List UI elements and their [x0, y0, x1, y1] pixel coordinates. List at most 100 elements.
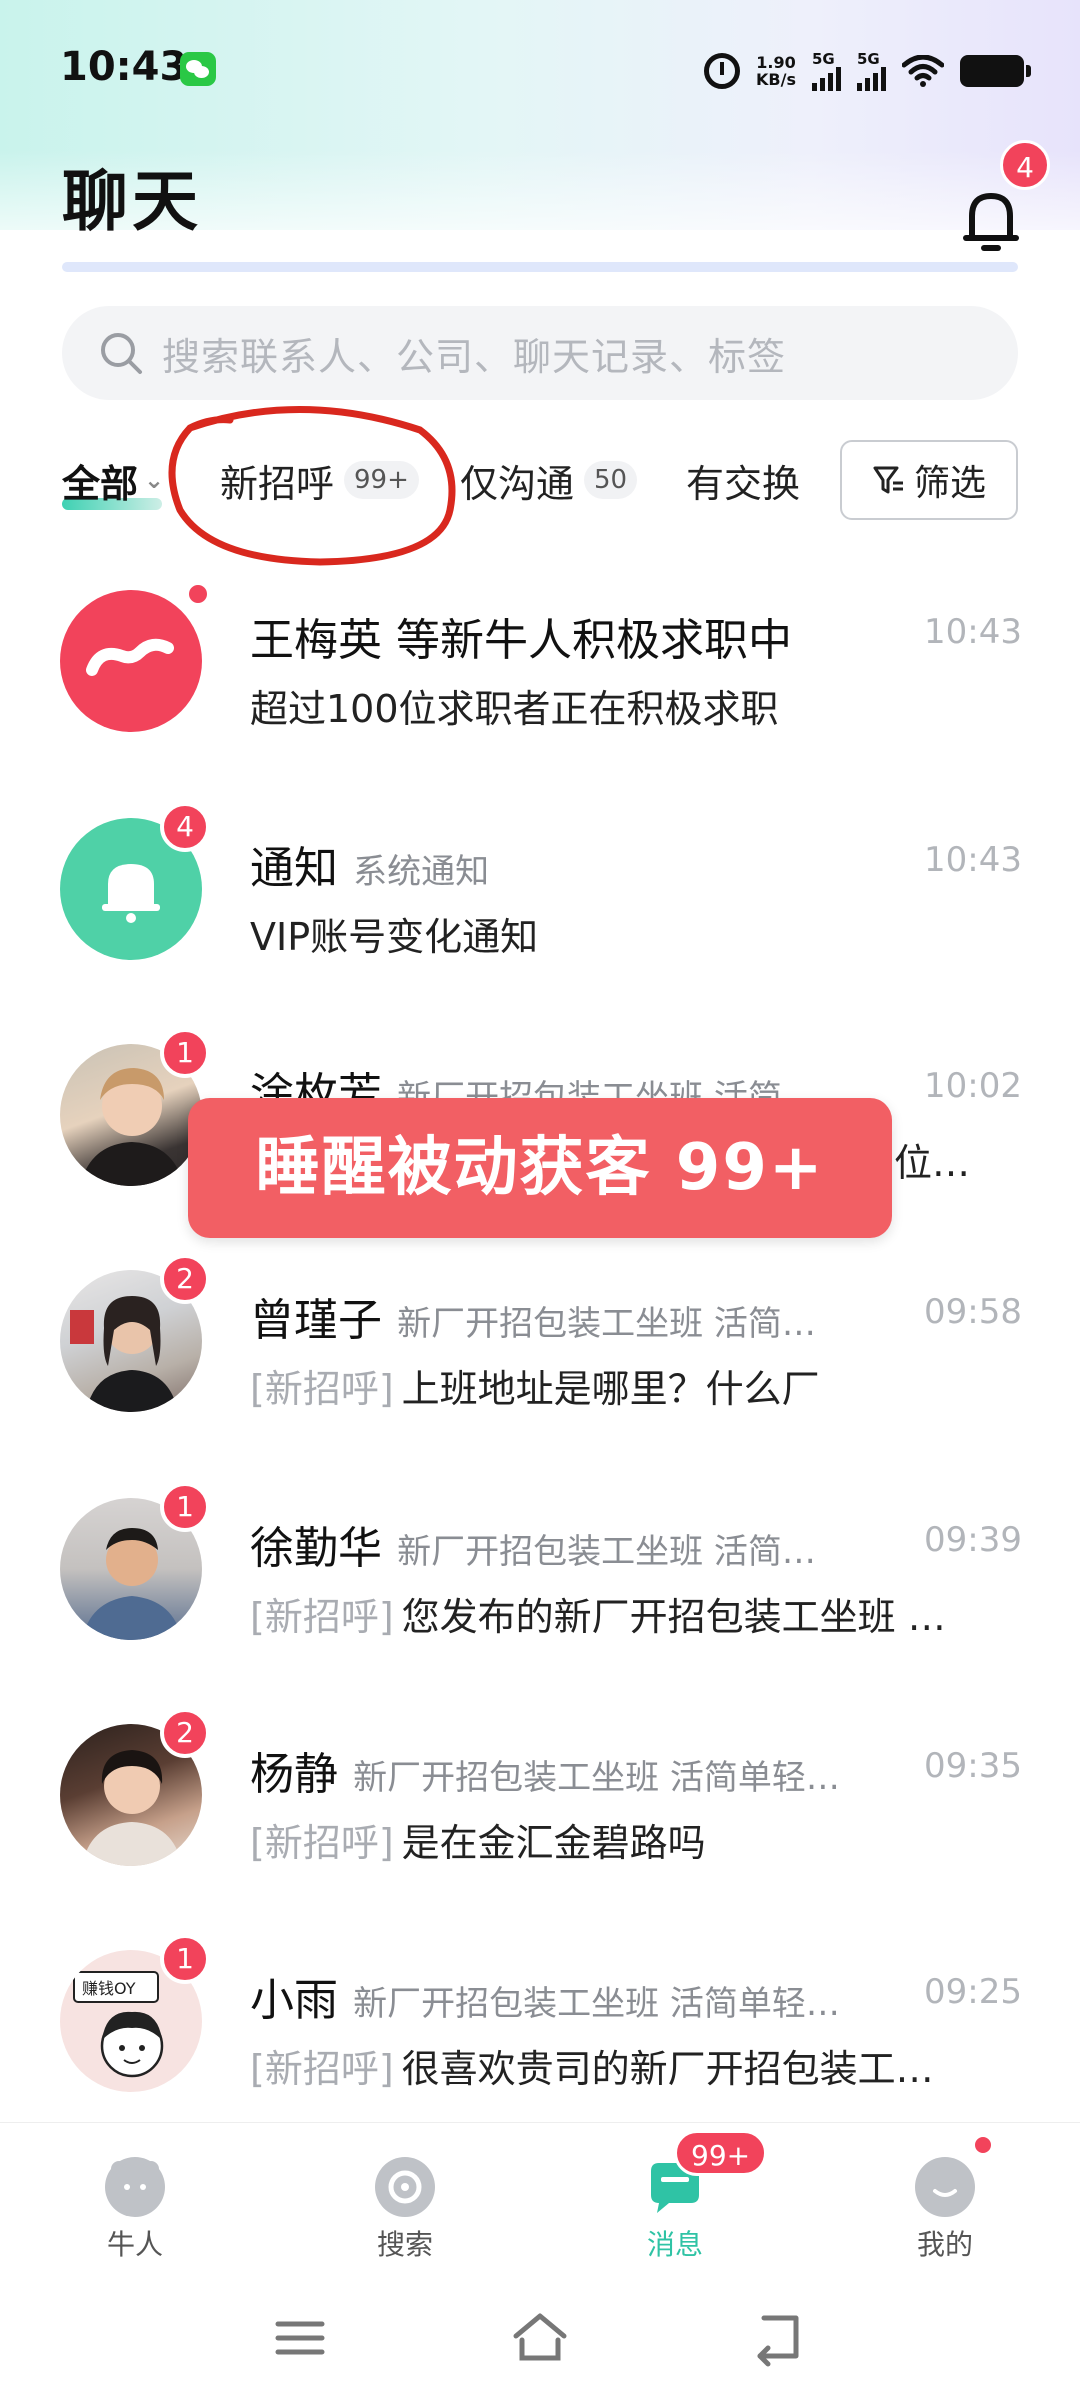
chat-title-row: 曾瑾子 新厂开招包装工坐班 活简… [250, 1284, 970, 1348]
nav-profile[interactable]: 我的 [870, 2141, 1020, 2281]
unread-badge: 1 [160, 1934, 210, 1984]
nav-label: 消息 [646, 2228, 703, 2261]
tab-only-chat[interactable]: 仅沟通 50 [460, 440, 638, 520]
tab-exchanged[interactable]: 有交换 [686, 440, 800, 520]
promo-overlay-banner: 睡醒被动获客 99+ [188, 1098, 892, 1238]
chat-preview-text: 很喜欢贵司的新厂开招包装工… [401, 2047, 934, 2091]
nav-search[interactable]: 搜索 [330, 2141, 480, 2281]
filter-button[interactable]: 筛选 [840, 440, 1018, 520]
nav-talents[interactable]: 牛人 [60, 2141, 210, 2281]
signal-1-label: 5G [812, 49, 835, 68]
alarm-icon [704, 53, 741, 89]
chat-title-row: 徐勤华 新厂开招包装工坐班 活简… [250, 1512, 970, 1576]
chat-subtitle: 新厂开招包装工坐班 活简… [397, 1304, 816, 1344]
signal-bars-icon [857, 66, 886, 91]
tab-all[interactable]: 全部 ⌄ [62, 440, 164, 520]
chat-subtitle: 新厂开招包装工坐班 活简… [397, 1532, 816, 1572]
chat-item-contact[interactable]: 2 曾瑾子 新厂开招包装工坐班 活简… 09:58 [新招呼] 上班地址是哪里？什… [0, 1240, 1080, 1460]
chat-title-row: 杨静 新厂开招包装工坐班 活简单轻… [250, 1738, 970, 1802]
back-icon[interactable] [750, 2308, 810, 2368]
chat-time: 09:58 [924, 1292, 1022, 1332]
menu-icon[interactable] [270, 2308, 330, 2368]
chat-time: 09:39 [924, 1520, 1022, 1560]
net-speed-unit: KB/s [756, 70, 796, 89]
red-circle-annotation [168, 406, 456, 566]
home-icon[interactable] [510, 2308, 570, 2368]
chat-item-contact[interactable]: 2 杨静 新厂开招包装工坐班 活简单轻… 09:35 [新招呼] 是在金汇金碧路吗 [0, 1694, 1080, 1914]
chat-time: 09:25 [924, 1972, 1022, 2012]
chat-time: 10:43 [924, 840, 1022, 880]
chat-name: 王梅英 等新牛人积极求职中 [250, 615, 792, 666]
nav-label: 搜索 [376, 2228, 433, 2261]
chat-preview: VIP账号变化通知 [250, 906, 1020, 961]
unread-badge: 1 [160, 1482, 210, 1532]
chat-time: 10:43 [924, 612, 1022, 652]
chat-item-contact[interactable]: 1 徐勤华 新厂开招包装工坐班 活简… 09:39 [新招呼] 您发布的新厂开招包… [0, 1468, 1080, 1688]
filter-label: 筛选 [913, 463, 986, 504]
chat-item-new-talents[interactable]: 王梅英 等新牛人积极求职中 10:43 超过100位求职者正在积极求职 [0, 560, 1080, 780]
chat-name: 小雨 [250, 1975, 338, 2026]
chat-name: 杨静 [250, 1749, 338, 1800]
chat-name: 通知 [250, 843, 338, 894]
chat-preview: [新招呼] 您发布的新厂开招包装工坐班 … [250, 1586, 1020, 1641]
unread-badge: 4 [160, 802, 210, 852]
search-disc-icon [375, 2157, 435, 2217]
unread-badge: 1 [160, 1028, 210, 1078]
notification-badge: 4 [1000, 140, 1050, 190]
profile-unread-dot [972, 2134, 994, 2156]
bottom-navigation: 牛人 搜索 消息 我的 [0, 2122, 1080, 2282]
messages-badge: 99+ [674, 2130, 768, 2176]
tab-label: 全部 [62, 461, 139, 506]
search-placeholder: 搜索联系人、公司、聊天记录、标签 [162, 334, 787, 379]
chat-preview-text: 超过100位求职者正在积极求职 [250, 687, 779, 731]
wifi-icon [902, 55, 944, 87]
profile-icon [915, 2157, 975, 2217]
search-input[interactable]: 搜索联系人、公司、聊天记录、标签 [62, 306, 1018, 400]
avatar [60, 590, 202, 732]
chat-time: 10:02 [924, 1066, 1022, 1106]
tab-label: 仅沟通 [460, 461, 575, 506]
chat-item-contact[interactable]: 赚钱OY 1 小雨 新厂开招包装工坐班 活简单轻… 09:25 [新招呼] 很喜欢… [0, 1920, 1080, 2140]
unread-badge: 2 [160, 1708, 210, 1758]
chat-preview-text: VIP账号变化通知 [250, 915, 539, 959]
bear-icon [105, 2157, 165, 2217]
chat-preview: [新招呼] 是在金汇金碧路吗 [250, 1812, 1020, 1867]
signal-1: 5G [812, 49, 841, 91]
chat-preview-text: 上班地址是哪里？什么厂 [401, 1367, 820, 1411]
unread-badge: 2 [160, 1254, 210, 1304]
new-greeting-tag: [新招呼] [250, 2047, 394, 2091]
lightning-chat-icon [86, 638, 174, 676]
wechat-notification-icon [180, 52, 216, 86]
status-bar: 10:43 1.90 KB/s 5G 5G [0, 0, 1080, 140]
signal-2-label: 5G [857, 49, 880, 68]
page-title: 聊天 [62, 163, 202, 240]
search-icon [101, 333, 142, 374]
signal-bars-icon [812, 66, 841, 91]
chat-subtitle: 新厂开招包装工坐班 活简单轻… [353, 1984, 840, 2024]
new-greeting-tag: [新招呼] [250, 1367, 394, 1411]
net-speed: 1.90 KB/s [756, 54, 796, 88]
nav-label: 牛人 [106, 2228, 163, 2261]
chat-title-row: 通知 系统通知 [250, 832, 970, 896]
chat-preview-text: 您发布的新厂开招包装工坐班 … [401, 1595, 946, 1639]
notification-bell-icon[interactable] [958, 186, 1024, 256]
header-divider [62, 262, 1018, 272]
tab-label: 有交换 [686, 461, 801, 506]
filter-icon [873, 466, 903, 494]
unread-dot [186, 582, 210, 606]
chat-preview: 超过100位求职者正在积极求职 [250, 678, 1020, 733]
chat-name: 曾瑾子 [250, 1295, 382, 1346]
net-speed-value: 1.90 [756, 53, 796, 72]
new-greeting-tag: [新招呼] [250, 1595, 394, 1639]
chat-item-notifications[interactable]: 4 通知 系统通知 10:43 VIP账号变化通知 [0, 788, 1080, 1008]
chat-title-row: 王梅英 等新牛人积极求职中 [250, 604, 970, 668]
chat-preview: [新招呼] 上班地址是哪里？什么厂 [250, 1358, 1020, 1413]
chat-subtitle: 系统通知 [353, 852, 490, 892]
chat-name: 徐勤华 [250, 1523, 382, 1574]
new-greeting-tag: [新招呼] [250, 1821, 394, 1865]
battery-icon [960, 55, 1031, 87]
chat-preview-text: 是在金汇金碧路吗 [401, 1821, 706, 1865]
tab-count-badge: 50 [584, 461, 638, 499]
chat-time: 09:35 [924, 1746, 1022, 1786]
nav-label: 我的 [916, 2228, 973, 2261]
